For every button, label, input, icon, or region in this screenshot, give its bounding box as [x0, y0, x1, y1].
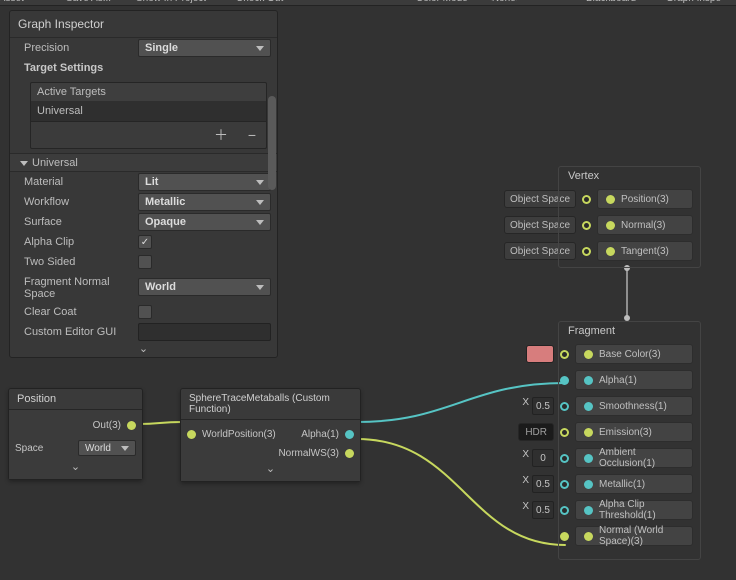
fragment-alphaclip-x-label: X	[522, 501, 529, 519]
chevron-down-icon	[256, 46, 264, 51]
sphere-normalws-label: NormalWS(3)	[278, 448, 339, 459]
toolbar-save-asset[interactable]: ve Asset	[0, 0, 30, 5]
sphere-worldposition-port[interactable]	[187, 430, 196, 439]
fragment-basecolor-slot[interactable]: Base Color(3)	[575, 344, 693, 364]
workflow-label: Workflow	[24, 196, 138, 208]
sphere-node-title: SphereTraceMetaballs (Custom Function)	[181, 389, 360, 420]
fragment-normal-space-label: Fragment Normal Space	[24, 274, 138, 300]
position-out-label: Out(3)	[93, 420, 121, 431]
fragment-ao-value[interactable]: 0	[532, 449, 554, 467]
graph-inspector-title: Graph Inspector	[10, 11, 277, 38]
toolbar-blackboard[interactable]: Blackboard	[580, 0, 642, 5]
fragment-smoothness-x-label: X	[522, 397, 529, 415]
scroll-down-indicator-icon[interactable]: ⌄	[10, 342, 277, 357]
fragment-alphaclip-slot[interactable]: Alpha Clip Threshold(1)	[575, 500, 693, 520]
custom-editor-gui-label: Custom Editor GUI	[24, 326, 138, 338]
vertex-normal-slot[interactable]: Normal(3)	[597, 215, 693, 235]
precision-label: Precision	[24, 42, 138, 54]
fragment-ao-port[interactable]	[560, 454, 569, 463]
universal-foldout[interactable]: Universal	[10, 153, 277, 172]
two-sided-label: Two Sided	[24, 256, 138, 268]
alpha-clip-label: Alpha Clip	[24, 236, 138, 248]
fragment-metallic-x-label: X	[522, 475, 529, 493]
fragment-alpha-slot[interactable]: Alpha(1)	[575, 370, 693, 390]
alpha-clip-checkbox[interactable]: ✓	[138, 235, 152, 249]
add-target-button[interactable]: ＋	[214, 127, 232, 143]
fragment-stack: Fragment Base Color(3) Alpha(1) X 0.5 Sm…	[498, 325, 699, 549]
vertex-normal-default[interactable]: Object Space	[504, 216, 576, 234]
fragment-alphaclip-value[interactable]: 0.5	[532, 501, 554, 519]
clear-coat-label: Clear Coat	[24, 306, 138, 318]
fragment-normalws-slot[interactable]: Normal (World Space)(3)	[575, 526, 693, 546]
active-targets-list: Active Targets Universal ＋ −	[30, 82, 267, 149]
position-node-expand-icon[interactable]: ⌄	[9, 460, 142, 475]
fragment-metallic-value[interactable]: 0.5	[532, 475, 554, 493]
sphere-trace-metaballs-node[interactable]: SphereTraceMetaballs (Custom Function) W…	[180, 388, 361, 482]
fragment-metallic-port[interactable]	[560, 480, 569, 489]
surface-dropdown[interactable]: Opaque	[138, 213, 271, 231]
fragment-ao-slot[interactable]: Ambient Occlusion(1)	[575, 448, 693, 468]
sphere-alpha-port[interactable]	[345, 430, 354, 439]
toolbar: ve Asset Save As... Show In Project Chec…	[0, 0, 736, 6]
active-target-item[interactable]: Universal	[30, 101, 267, 122]
two-sided-checkbox[interactable]	[138, 255, 152, 269]
active-targets-header: Active Targets	[30, 82, 267, 101]
sphere-node-expand-icon[interactable]: ⌄	[181, 462, 360, 477]
fragment-emission-slot[interactable]: Emission(3)	[575, 422, 693, 442]
position-node[interactable]: Position Out(3) Space World ⌄	[8, 388, 143, 480]
position-space-dropdown[interactable]: World	[78, 440, 136, 456]
sphere-worldposition-label: WorldPosition(3)	[202, 429, 276, 440]
surface-label: Surface	[24, 216, 138, 228]
foldout-arrow-icon	[20, 161, 28, 166]
fragment-smoothness-value[interactable]: 0.5	[532, 397, 554, 415]
fragment-heading: Fragment	[564, 325, 699, 341]
vertex-stack: Vertex Object Space Position(3) Object S…	[498, 170, 699, 264]
fragment-basecolor-port[interactable]	[560, 350, 569, 359]
vertex-position-default[interactable]: Object Space	[504, 190, 576, 208]
scrollbar-thumb[interactable]	[268, 96, 276, 190]
vertex-position-slot[interactable]: Position(3)	[597, 189, 693, 209]
material-label: Material	[24, 176, 138, 188]
fragment-ao-x-label: X	[522, 449, 529, 467]
fragment-emission-hdr[interactable]: HDR	[518, 423, 554, 441]
graph-inspector-panel: Graph Inspector Precision Single Target …	[9, 10, 278, 358]
position-space-label: Space	[15, 443, 43, 454]
position-out-port[interactable]	[127, 421, 136, 430]
precision-dropdown[interactable]: Single	[138, 39, 271, 57]
toolbar-color-mode-value[interactable]: <None>	[480, 0, 528, 5]
vertex-tangent-default[interactable]: Object Space	[504, 242, 576, 260]
sphere-alpha-label: Alpha(1)	[301, 429, 339, 440]
vertex-normal-port[interactable]	[582, 221, 591, 230]
vertex-tangent-port[interactable]	[582, 247, 591, 256]
toolbar-graph-inspector[interactable]: Graph Inspe	[660, 0, 727, 5]
toolbar-save-as[interactable]: Save As...	[60, 0, 117, 5]
remove-target-button[interactable]: −	[248, 127, 260, 143]
vertex-heading: Vertex	[564, 170, 699, 186]
fragment-metallic-slot[interactable]: Metallic(1)	[575, 474, 693, 494]
custom-editor-gui-field[interactable]	[138, 323, 271, 341]
fragment-normalws-port[interactable]	[560, 532, 569, 541]
fragment-smoothness-slot[interactable]: Smoothness(1)	[575, 396, 693, 416]
material-dropdown[interactable]: Lit	[138, 173, 271, 191]
fragment-smoothness-port[interactable]	[560, 402, 569, 411]
fragment-normal-space-dropdown[interactable]: World	[138, 278, 271, 296]
sphere-normalws-port[interactable]	[345, 449, 354, 458]
vertex-tangent-slot[interactable]: Tangent(3)	[597, 241, 693, 261]
fragment-alphaclip-port[interactable]	[560, 506, 569, 515]
fragment-alpha-port[interactable]	[560, 376, 569, 385]
position-node-title: Position	[9, 389, 142, 410]
workflow-dropdown[interactable]: Metallic	[138, 193, 271, 211]
fragment-basecolor-swatch[interactable]	[526, 345, 554, 363]
toolbar-color-mode-label: Color Mode	[410, 0, 474, 5]
vertex-position-port[interactable]	[582, 195, 591, 204]
target-settings-heading: Target Settings	[24, 62, 103, 74]
toolbar-show-in-project[interactable]: Show In Project	[130, 0, 212, 5]
fragment-emission-port[interactable]	[560, 428, 569, 437]
toolbar-check-out[interactable]: Check Out	[230, 0, 289, 5]
clear-coat-checkbox[interactable]	[138, 305, 152, 319]
